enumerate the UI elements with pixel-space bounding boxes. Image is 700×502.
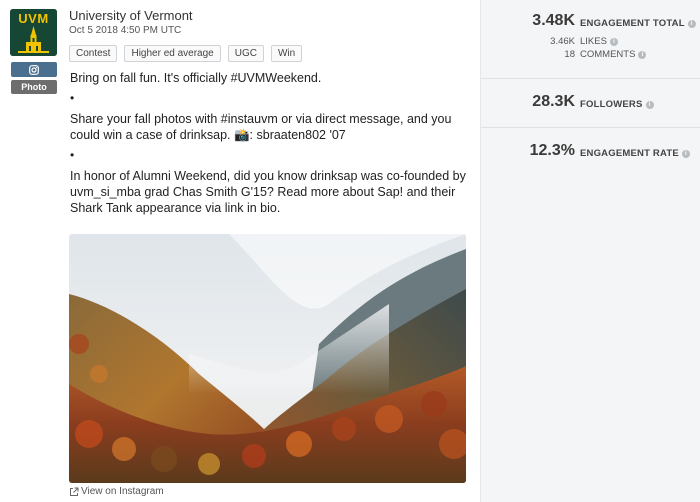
comments-label: COMMENTS i — [580, 49, 647, 60]
info-icon[interactable]: i — [609, 37, 618, 46]
likes-label-text: LIKES — [580, 36, 607, 47]
info-icon[interactable]: i — [638, 50, 647, 59]
post-caption: Bring on fall fun. It's officially #UVMW… — [70, 70, 470, 216]
followers-label: FOLLOWERS i — [580, 99, 654, 110]
post-photo[interactable] — [69, 234, 466, 483]
external-link-icon — [70, 487, 79, 496]
engagement-total-label-text: ENGAGEMENT TOTAL — [580, 18, 685, 29]
instagram-icon — [29, 64, 39, 75]
view-link-label: View on Instagram — [81, 486, 164, 497]
comments-value: 18 — [564, 49, 575, 60]
followers-label-text: FOLLOWERS — [580, 99, 643, 110]
caption-line-2: Share your fall photos with #instauvm or… — [70, 112, 452, 142]
instagram-button[interactable] — [11, 62, 57, 77]
followers-metric: 28.3K FOLLOWERS i — [481, 79, 700, 128]
account-avatar[interactable]: UVM — [10, 9, 57, 56]
comments-label-text: COMMENTS — [580, 49, 636, 60]
engagement-rate-label-text: ENGAGEMENT RATE — [580, 148, 679, 159]
tag-list: Contest Higher ed average UGC Win — [69, 45, 303, 62]
caption-line-3: In honor of Alumni Weekend, did you know… — [70, 169, 466, 215]
tag-ugc[interactable]: UGC — [227, 45, 264, 62]
engagement-rate-value: 12.3% — [529, 142, 575, 159]
view-on-instagram-link[interactable]: View on Instagram — [69, 486, 164, 497]
post-card: UVM Photo University of Vermont Oct 5 20… — [0, 0, 480, 502]
mountain-landscape-image — [69, 234, 466, 483]
tag-contest[interactable]: Contest — [69, 45, 118, 62]
info-icon[interactable]: i — [681, 149, 690, 158]
tag-win[interactable]: Win — [270, 45, 303, 62]
caption-separator-1: • — [70, 91, 75, 105]
likes-label: LIKES i — [580, 36, 618, 47]
post-date: Oct 5 2018 4:50 PM UTC — [69, 25, 182, 36]
caption-separator-2: • — [70, 148, 75, 162]
info-icon[interactable]: i — [687, 19, 696, 28]
engagement-total-label: ENGAGEMENT TOTAL i — [580, 18, 696, 29]
caption-line-1: Bring on fall fun. It's officially #UVMW… — [70, 71, 322, 85]
followers-value: 28.3K — [532, 93, 575, 110]
engagement-metrics: 3.48K ENGAGEMENT TOTAL i 3.46K LIKES i 1… — [481, 0, 700, 79]
engagement-rate-label: ENGAGEMENT RATE i — [580, 148, 690, 159]
metrics-panel: 3.48K ENGAGEMENT TOTAL i 3.46K LIKES i 1… — [480, 0, 700, 502]
account-name[interactable]: University of Vermont — [69, 8, 193, 23]
logo-text: UVM — [18, 11, 49, 26]
info-icon[interactable]: i — [645, 100, 654, 109]
engagement-rate-metric: 12.3% ENGAGEMENT RATE i — [481, 128, 700, 180]
tag-higher-ed-average[interactable]: Higher ed average — [124, 45, 221, 62]
engagement-total-value: 3.48K — [532, 12, 575, 29]
likes-value: 3.46K — [550, 36, 575, 47]
post-type-badge: Photo — [11, 80, 57, 94]
